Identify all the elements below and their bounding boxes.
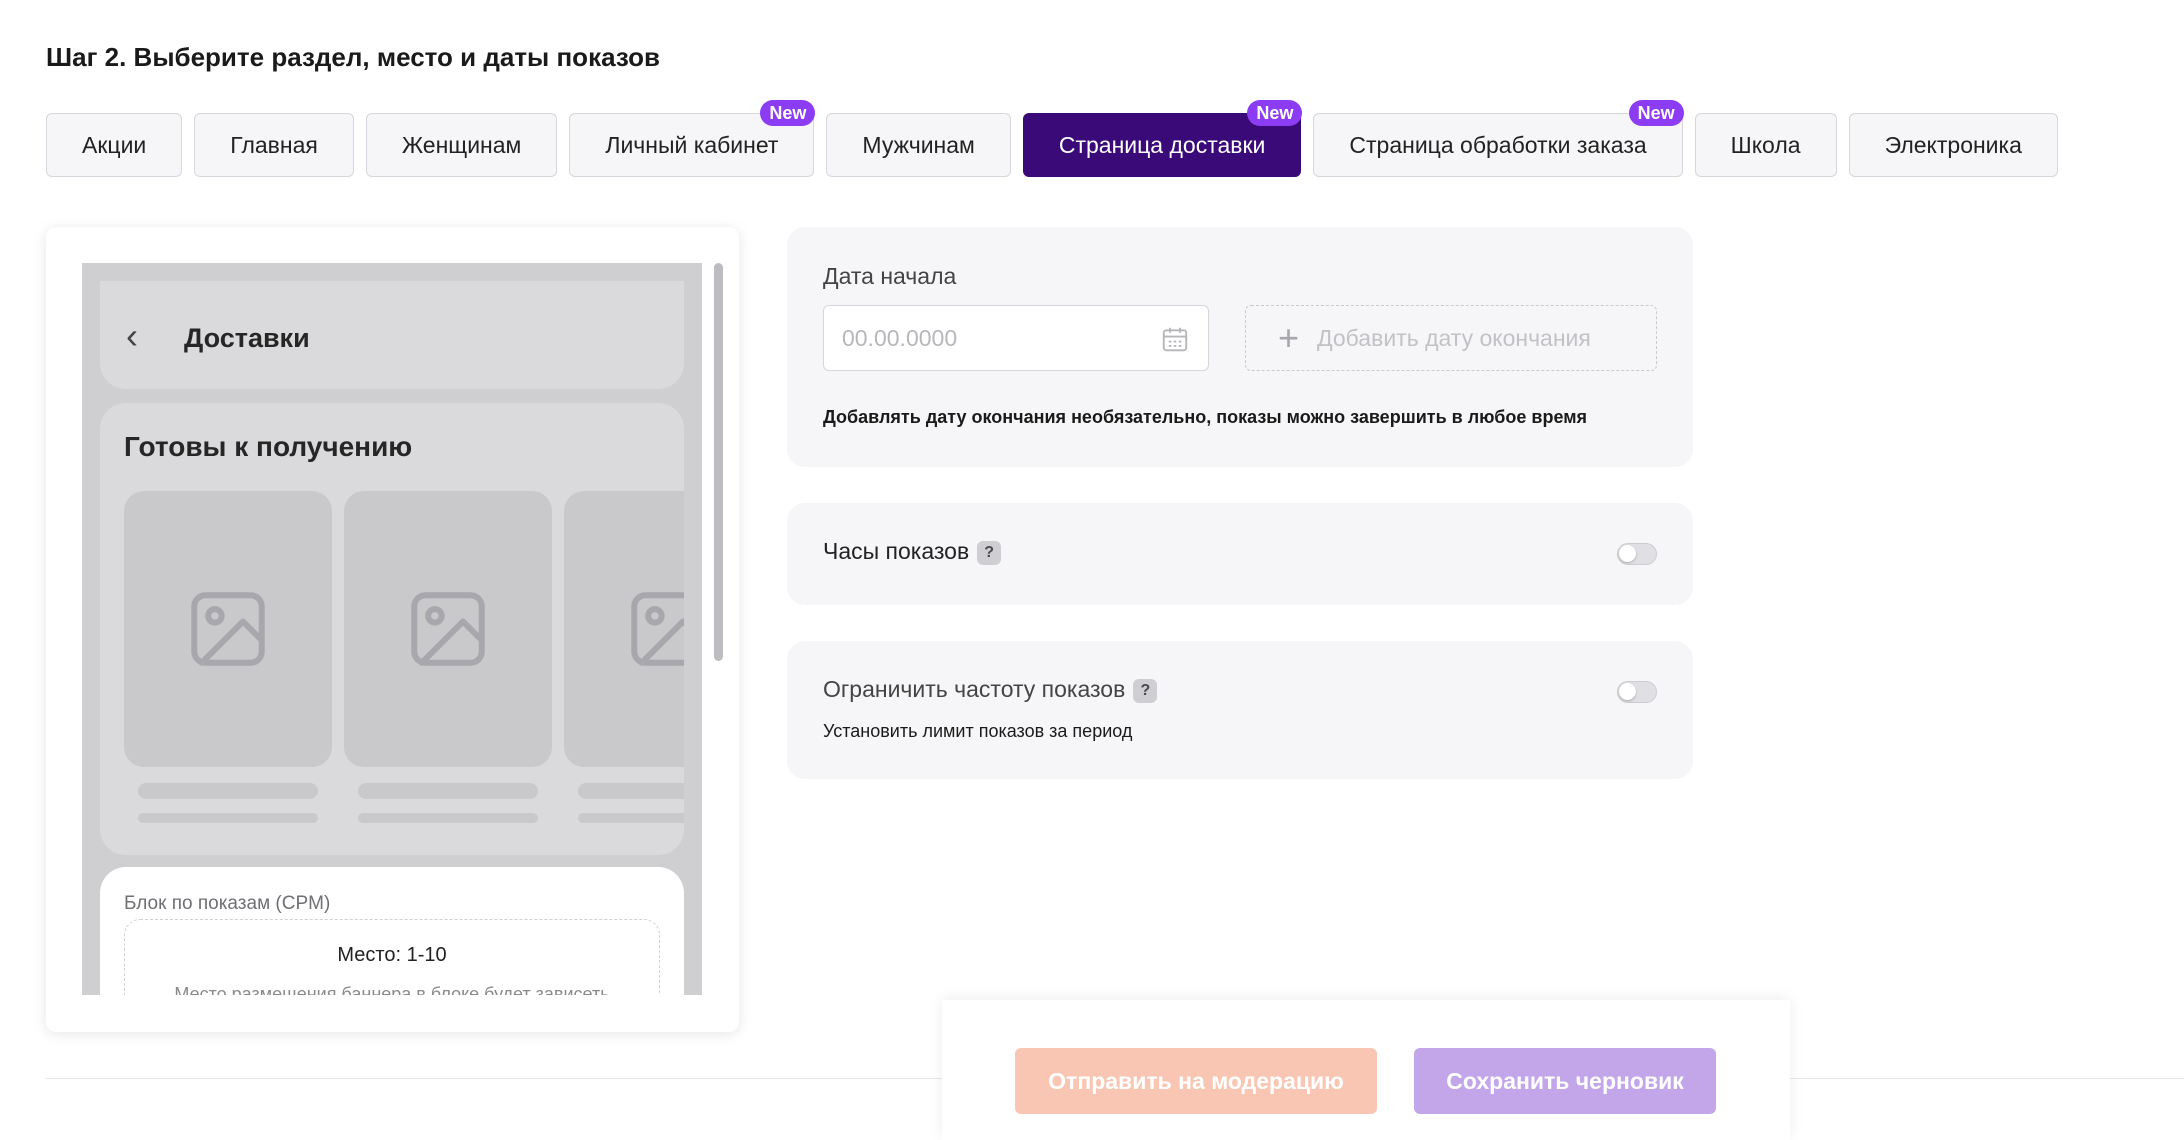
new-badge: New (1628, 100, 1684, 126)
start-date-input[interactable]: 00.00.0000 (823, 305, 1209, 371)
skeleton-line (138, 783, 318, 799)
back-chevron-icon: ‹ (126, 315, 138, 356)
new-badge: New (1247, 100, 1303, 126)
preview-product-card (564, 491, 684, 823)
tab-main[interactable]: Главная (194, 113, 354, 177)
hours-toggle[interactable] (1617, 543, 1657, 565)
preview-section: Готовы к получению (100, 403, 684, 855)
tab-women[interactable]: Женщинам (365, 113, 558, 177)
cpm-block-label: Блок по показам (CPM) (124, 893, 331, 914)
calendar-icon[interactable] (1160, 324, 1190, 354)
hours-panel: Часы показов? (787, 503, 1693, 605)
tab-school[interactable]: Школа (1694, 113, 1837, 177)
tab-order-processing[interactable]: Страница обработки заказа New (1313, 100, 1684, 177)
tab-label: Акции (82, 131, 147, 158)
date-panel: Дата начала 00.00.0000 + Добавить дату о… (787, 227, 1693, 467)
cpm-block: Блок по показам (CPM) Место: 1-10 Место … (100, 867, 684, 995)
hours-label: Часы показов (823, 538, 970, 564)
preview-section-title: Готовы к получению (124, 431, 413, 462)
toggle-knob (1619, 545, 1636, 562)
skeleton-line (578, 783, 684, 799)
help-icon[interactable]: ? (977, 541, 1002, 565)
tab-label: Женщинам (401, 131, 522, 158)
preview-product-card (124, 491, 332, 823)
skeleton-line (138, 813, 318, 823)
image-placeholder-icon (124, 491, 332, 767)
section-tabs: Акции Главная Женщинам Личный кабинет New… (46, 100, 2058, 177)
placement-description: Место размещения баннера в блоке будет з… (174, 984, 610, 995)
banner-placement-slot: Место: 1-10 Место размещения баннера в б… (124, 919, 660, 995)
add-end-date-button[interactable]: + Добавить дату окончания (1245, 305, 1657, 371)
save-draft-button[interactable]: Сохранить черновик (1414, 1048, 1716, 1114)
skeleton-line (358, 783, 538, 799)
tab-account[interactable]: Личный кабинет New (569, 100, 816, 177)
frequency-label: Ограничить частоту показов (823, 676, 1126, 702)
action-bar: Отправить на модерацию Сохранить чернови… (942, 1000, 1790, 1140)
phone-preview[interactable]: ‹ Доставки Готовы к получению Блок по по… (82, 263, 702, 995)
preview-header: ‹ Доставки (100, 281, 684, 389)
end-date-hint: Добавлять дату окончания необязательно, … (823, 407, 1588, 427)
preview-header-title: Доставки (184, 323, 310, 353)
help-icon[interactable]: ? (1133, 679, 1158, 703)
frequency-toggle[interactable] (1617, 681, 1657, 703)
new-badge: New (760, 100, 816, 126)
frequency-hint: Установить лимит показов за период (823, 721, 1133, 741)
tab-label: Личный кабинет (605, 131, 779, 158)
start-date-placeholder: 00.00.0000 (842, 324, 958, 351)
tab-men[interactable]: Мужчинам (826, 113, 1011, 177)
image-placeholder-icon (344, 491, 552, 767)
skeleton-line (358, 813, 538, 823)
preview-scrollbar[interactable] (714, 263, 723, 661)
tab-delivery[interactable]: Страница доставки New (1022, 100, 1303, 177)
plus-icon: + (1278, 317, 1300, 358)
tab-label: Школа (1730, 131, 1801, 158)
frequency-label-row: Ограничить частоту показов? (823, 676, 1158, 703)
start-date-label: Дата начала (823, 263, 957, 289)
preview-cards (124, 491, 684, 831)
tab-label: Электроника (1884, 131, 2022, 158)
tab-electronics[interactable]: Электроника (1848, 113, 2058, 177)
page-title: Шаг 2. Выберите раздел, место и даты пок… (46, 42, 660, 72)
hours-label-row: Часы показов? (823, 538, 1002, 565)
send-to-moderation-button[interactable]: Отправить на модерацию (1015, 1048, 1377, 1114)
banner-preview-card: ‹ Доставки Готовы к получению Блок по по… (46, 227, 739, 1032)
frequency-panel: Ограничить частоту показов? Установить л… (787, 641, 1693, 779)
toggle-knob (1619, 683, 1636, 700)
skeleton-line (578, 813, 684, 823)
preview-product-card (344, 491, 552, 823)
image-placeholder-icon (564, 491, 684, 767)
tab-label: Страница обработки заказа (1349, 131, 1647, 158)
placement-position: Место: 1-10 (337, 944, 447, 966)
add-end-date-label: Добавить дату окончания (1317, 324, 1591, 351)
tab-promo[interactable]: Акции (46, 113, 183, 177)
tab-label: Главная (230, 131, 318, 158)
tab-label: Мужчинам (862, 131, 975, 158)
tab-label: Страница доставки (1058, 131, 1266, 158)
